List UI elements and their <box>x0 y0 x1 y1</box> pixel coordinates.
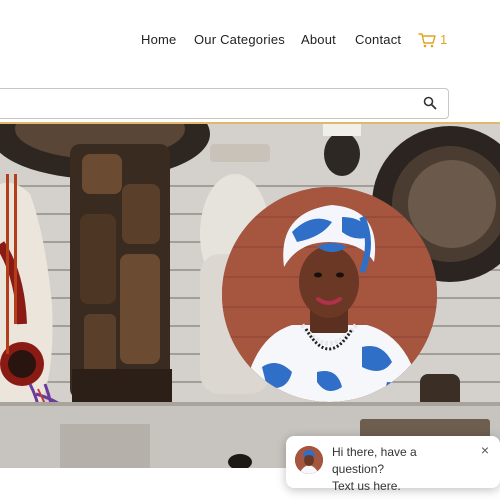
cart-icon <box>418 33 436 48</box>
chat-message[interactable]: Hi there, have a question? Text us here. <box>332 444 472 495</box>
main-nav: Home Our Categories About Contact 1 <box>0 30 500 52</box>
nav-about[interactable]: About <box>301 32 336 47</box>
nav-contact[interactable]: Contact <box>355 32 401 47</box>
close-icon[interactable]: × <box>478 443 492 457</box>
featured-portrait <box>222 187 437 402</box>
search-bar <box>0 88 449 119</box>
cart-count-badge: 1 <box>440 32 448 47</box>
chat-line-2: Text us here. <box>332 479 401 493</box>
cart-button[interactable]: 1 <box>418 32 458 50</box>
portrait-image <box>222 187 437 402</box>
search-icon <box>423 96 437 110</box>
chat-widget[interactable]: Hi there, have a question? Text us here.… <box>286 436 500 493</box>
chat-line-1: Hi there, have a question? <box>332 445 417 476</box>
nav-home[interactable]: Home <box>141 32 176 47</box>
nav-our-categories[interactable]: Our Categories <box>194 32 285 47</box>
chat-avatar <box>295 446 323 474</box>
search-input[interactable] <box>7 94 411 116</box>
search-button[interactable] <box>423 96 439 112</box>
